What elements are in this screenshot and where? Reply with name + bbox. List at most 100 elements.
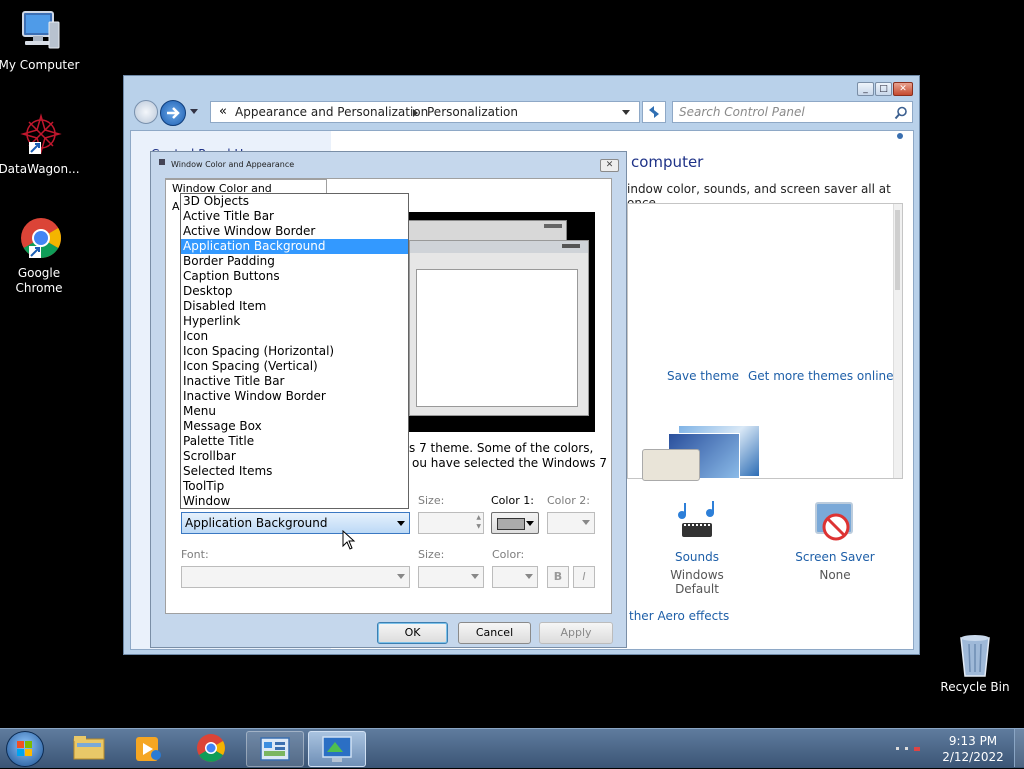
dropdown-option[interactable]: Application Background bbox=[181, 239, 408, 254]
desktop-icon-label: Recycle Bin bbox=[940, 680, 1010, 694]
taskbar-control-panel[interactable] bbox=[246, 731, 304, 767]
theme-list[interactable]: Save theme Get more themes online bbox=[627, 203, 903, 481]
dropdown-option[interactable]: Desktop bbox=[181, 284, 408, 299]
start-button[interactable] bbox=[6, 731, 44, 767]
search-input[interactable]: Search Control Panel bbox=[679, 105, 805, 119]
breadcrumb-overflow[interactable]: « bbox=[219, 104, 227, 119]
color1-picker[interactable] bbox=[491, 512, 539, 534]
chrome-icon bbox=[197, 734, 225, 762]
dropdown-option[interactable]: ToolTip bbox=[181, 479, 408, 494]
help-icon[interactable] bbox=[897, 133, 903, 139]
italic-button[interactable]: I bbox=[573, 566, 595, 588]
refresh-button[interactable] bbox=[642, 101, 666, 123]
minimize-button[interactable]: _ bbox=[857, 82, 874, 96]
dropdown-option[interactable]: Border Padding bbox=[181, 254, 408, 269]
datawagon-logo-icon bbox=[15, 112, 63, 160]
desktop-icon-recycle-bin[interactable]: Recycle Bin bbox=[933, 630, 1017, 695]
dropdown-option[interactable]: Active Window Border bbox=[181, 224, 408, 239]
show-desktop-button[interactable] bbox=[1014, 729, 1024, 767]
item-select-value: Application Background bbox=[185, 516, 328, 530]
taskbar-chrome[interactable] bbox=[182, 731, 240, 767]
back-button[interactable] bbox=[134, 100, 158, 124]
bold-button[interactable]: B bbox=[547, 566, 569, 588]
save-theme-link[interactable]: Save theme bbox=[667, 369, 739, 383]
sounds-item[interactable]: Sounds Windows Default bbox=[647, 501, 747, 596]
desktop-icon-datawagon[interactable]: DataWagon... bbox=[0, 112, 81, 177]
system-tray-icons[interactable] bbox=[896, 745, 926, 753]
dialog-app-icon bbox=[159, 159, 165, 165]
dropdown-option[interactable]: Active Title Bar bbox=[181, 209, 408, 224]
desktop-icon-chrome[interactable]: Google Chrome bbox=[0, 216, 81, 296]
control-panel-icon bbox=[260, 737, 290, 761]
dropdown-option[interactable]: Hyperlink bbox=[181, 314, 408, 329]
search-box[interactable]: Search Control Panel bbox=[672, 101, 913, 123]
font-size-select[interactable] bbox=[418, 566, 484, 588]
dropdown-option[interactable]: Menu bbox=[181, 404, 408, 419]
stepper-up-icon[interactable]: ▲ bbox=[476, 514, 481, 521]
breadcrumb-item-appearance[interactable]: Appearance and Personalization bbox=[235, 105, 428, 119]
dropdown-option[interactable]: Icon bbox=[181, 329, 408, 344]
font-color-picker[interactable] bbox=[492, 566, 538, 588]
description-line-2: ou have selected the Windows 7 bbox=[412, 456, 608, 470]
forward-button[interactable] bbox=[160, 100, 186, 126]
chrome-icon bbox=[15, 216, 63, 264]
preview-area bbox=[395, 212, 595, 432]
chevron-down-icon bbox=[582, 520, 590, 525]
taskbar: 9:13 PM 2/12/2022 bbox=[0, 728, 1024, 768]
dropdown-option[interactable]: 3D Objects bbox=[181, 194, 408, 209]
item-select[interactable]: Application Background bbox=[181, 512, 410, 534]
description-line-1: s 7 theme. Some of the colors, bbox=[409, 441, 594, 455]
dropdown-option[interactable]: Icon Spacing (Horizontal) bbox=[181, 344, 408, 359]
dropdown-option[interactable]: Disabled Item bbox=[181, 299, 408, 314]
item-size-stepper[interactable]: ▲ ▼ bbox=[418, 512, 484, 534]
dropdown-option[interactable]: Inactive Title Bar bbox=[181, 374, 408, 389]
dropdown-option[interactable]: Palette Title bbox=[181, 434, 408, 449]
color1-swatch bbox=[497, 518, 525, 530]
close-button[interactable]: ✕ bbox=[893, 82, 913, 96]
dropdown-option[interactable]: Caption Buttons bbox=[181, 269, 408, 284]
stepper-down-icon[interactable]: ▼ bbox=[476, 523, 481, 530]
dropdown-option[interactable]: Inactive Window Border bbox=[181, 389, 408, 404]
breadcrumb-item-personalization[interactable]: Personalization bbox=[427, 105, 518, 119]
ok-button[interactable]: OK bbox=[377, 622, 448, 644]
dropdown-option[interactable]: Icon Spacing (Vertical) bbox=[181, 359, 408, 374]
breadcrumb-separator-icon bbox=[413, 109, 418, 117]
screen-saver-label[interactable]: Screen Saver bbox=[785, 550, 885, 564]
font-size-label: Size: bbox=[418, 548, 445, 561]
item-dropdown-list[interactable]: 3D Objects Active Title Bar Active Window … bbox=[180, 193, 409, 509]
screen-saver-item[interactable]: Screen Saver None bbox=[785, 501, 885, 591]
address-bar[interactable]: « Appearance and Personalization Persona… bbox=[210, 101, 640, 123]
search-icon[interactable] bbox=[894, 106, 908, 120]
dropdown-option[interactable]: Selected Items bbox=[181, 464, 408, 479]
font-color-label: Color: bbox=[492, 548, 525, 561]
clock[interactable]: 9:13 PM 2/12/2022 bbox=[936, 733, 1010, 765]
dropdown-option[interactable]: Message Box bbox=[181, 419, 408, 434]
mouse-cursor-icon bbox=[342, 530, 356, 550]
taskbar-explorer[interactable] bbox=[60, 731, 118, 767]
desktop-icon-my-computer[interactable]: My Computer bbox=[0, 8, 81, 73]
theme-thumbnail[interactable] bbox=[638, 419, 760, 481]
chevron-down-icon bbox=[526, 521, 534, 526]
cancel-button[interactable]: Cancel bbox=[458, 622, 531, 644]
aero-effects-link[interactable]: ther Aero effects bbox=[629, 609, 729, 623]
apply-button[interactable]: Apply bbox=[539, 622, 613, 644]
media-player-icon bbox=[136, 737, 161, 761]
chevron-down-icon bbox=[525, 574, 533, 579]
taskbar-media-player[interactable] bbox=[120, 731, 178, 767]
font-select[interactable] bbox=[181, 566, 410, 588]
taskbar-window-color-dialog[interactable] bbox=[308, 731, 366, 767]
get-more-themes-link[interactable]: Get more themes online bbox=[748, 369, 894, 383]
recent-pages-dropdown[interactable] bbox=[190, 109, 198, 114]
sounds-label[interactable]: Sounds bbox=[647, 550, 747, 564]
dropdown-option[interactable]: Window bbox=[181, 494, 408, 508]
maximize-button[interactable]: □ bbox=[875, 82, 892, 96]
dropdown-option[interactable]: Scrollbar bbox=[181, 449, 408, 464]
theme-list-scrollbar[interactable] bbox=[893, 204, 902, 478]
dialog-title: Window Color and Appearance bbox=[171, 160, 295, 169]
arrow-right-icon bbox=[167, 107, 180, 119]
address-dropdown-arrow[interactable] bbox=[622, 110, 630, 115]
desktop-icon-label: My Computer bbox=[0, 58, 80, 72]
color2-picker[interactable] bbox=[547, 512, 595, 534]
dialog-close-button[interactable]: ✕ bbox=[600, 159, 619, 172]
screen-saver-value: None bbox=[819, 568, 851, 582]
